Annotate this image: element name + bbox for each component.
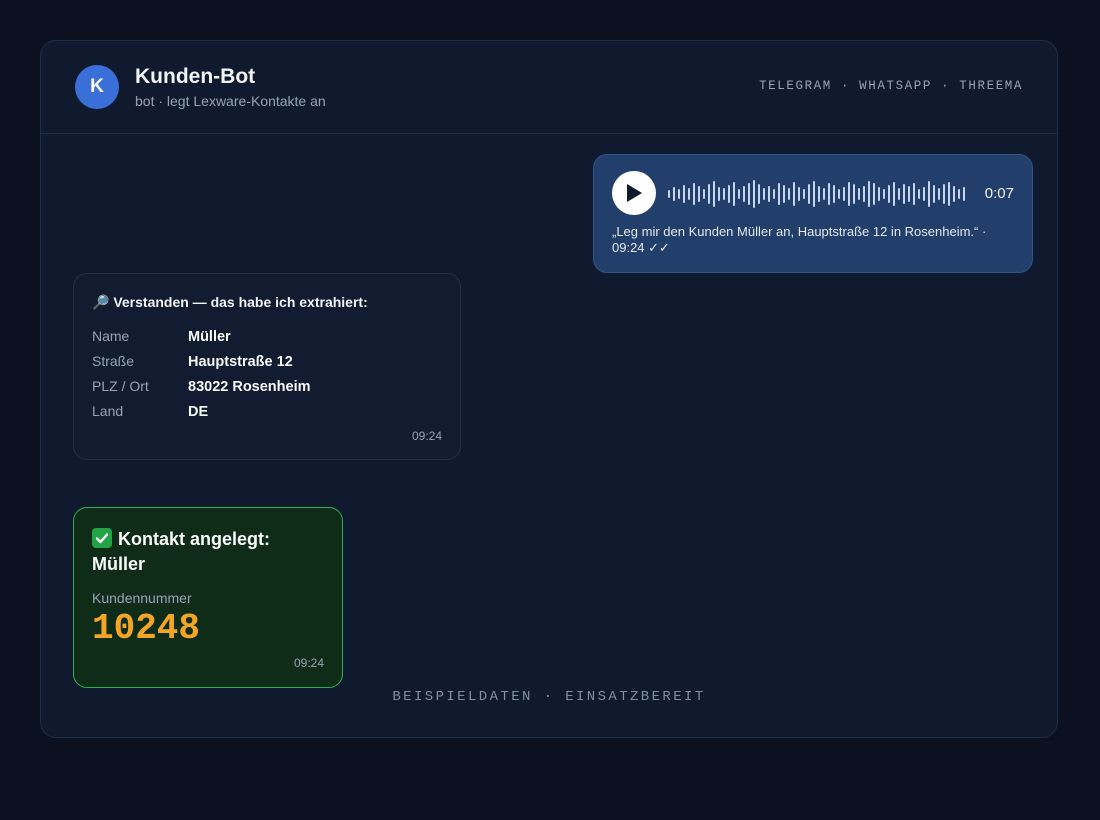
waveform-bar [818, 186, 820, 202]
waveform-bar [783, 185, 785, 203]
waveform-bar [808, 184, 810, 204]
field-value-name: Müller [188, 329, 231, 345]
waveform-bar [918, 189, 920, 199]
waveform-bar [723, 188, 725, 200]
contact-created-title: Kontakt angelegt: Müller [92, 527, 322, 577]
waveform-bar [708, 184, 710, 204]
voice-transcript: „Leg mir den Kunden Müller an, Hauptstra… [612, 224, 987, 255]
waveform-bar [903, 184, 905, 204]
waveform-bar [838, 189, 840, 199]
waveform-bar [938, 188, 940, 200]
waveform-bar [933, 185, 935, 203]
waveform-bar [858, 188, 860, 200]
chat-window: K Kunden-Bot bot · legt Lexware-Kontakte… [40, 40, 1058, 738]
waveform-bar [943, 184, 945, 204]
check-mark-icon [92, 528, 112, 548]
waveform-bar [688, 188, 690, 200]
waveform-bar [788, 188, 790, 200]
waveform-bar [848, 182, 850, 206]
message-time: 09:24 [293, 656, 324, 670]
waveform-bar [693, 183, 695, 205]
bot-name: Kunden-Bot [135, 65, 256, 88]
field-label-country: Land [92, 403, 124, 419]
waveform-bar [883, 189, 885, 199]
waveform-bar [853, 184, 855, 204]
waveform-bar [733, 182, 735, 206]
waveform-bar [713, 181, 715, 207]
waveform-bar [793, 182, 795, 206]
waveform-bar [738, 189, 740, 199]
field-value-zip-city: 83022 Rosenheim [188, 379, 311, 395]
waveform-bar [728, 185, 730, 203]
waveform-bar [863, 186, 865, 202]
waveform-bar [703, 189, 705, 199]
waveform-bar [758, 184, 760, 204]
waveform-bar [923, 187, 925, 201]
field-label-street: Straße [92, 353, 135, 369]
waveform-bar [803, 189, 805, 199]
waveform-bar [823, 188, 825, 200]
waveform-bar [908, 186, 910, 202]
customer-number: 10248 [92, 608, 201, 649]
waveform-bar [948, 182, 950, 206]
waveform-bar [748, 183, 750, 205]
waveform-icon[interactable] [668, 179, 968, 209]
waveform-bar [833, 185, 835, 203]
waveform-bar [913, 183, 915, 205]
waveform-bar [678, 189, 680, 199]
waveform-bar [873, 183, 875, 205]
contact-created-text: Kontakt angelegt: Müller [92, 529, 271, 574]
waveform-bar [763, 188, 765, 200]
waveform-bar [813, 181, 815, 207]
chat-header: K Kunden-Bot bot · legt Lexware-Kontakte… [41, 41, 1057, 134]
footer-status: BEISPIELDATEN · EINSATZBEREIT [392, 689, 706, 705]
extraction-title: 🔎 Verstanden — das habe ich extrahiert: [92, 294, 368, 310]
field-label-zip-city: PLZ / Ort [92, 378, 149, 394]
field-value-country: DE [188, 404, 209, 420]
waveform-bar [768, 186, 770, 202]
waveform-bar [743, 186, 745, 202]
field-label-name: Name [92, 328, 130, 344]
waveform-bar [773, 189, 775, 199]
bot-subtitle: bot · legt Lexware-Kontakte an [135, 93, 326, 109]
avatar[interactable]: K [75, 65, 119, 109]
field-value-street: Hauptstraße 12 [188, 354, 293, 370]
waveform-bar [698, 186, 700, 202]
contact-created-bubble: Kontakt angelegt: Müller Kundennummer 10… [73, 507, 343, 688]
waveform-bar [958, 189, 960, 199]
waveform-bar [928, 181, 930, 207]
waveform-bar [753, 180, 755, 208]
waveform-bar [673, 187, 675, 201]
extraction-bubble: 🔎 Verstanden — das habe ich extrahiert: … [73, 273, 461, 460]
voice-duration: 0:07 [984, 185, 1014, 202]
waveform-bar [778, 183, 780, 205]
voice-message-bubble: 0:07 „Leg mir den Kunden Müller an, Haup… [593, 154, 1033, 273]
waveform-bar [683, 185, 685, 203]
waveform-bar [888, 185, 890, 203]
channel-list: TELEGRAM · WHATSAPP · THREEMA [759, 79, 1023, 93]
message-time: 09:24 [411, 429, 442, 443]
play-icon [627, 184, 642, 202]
waveform-bar [878, 187, 880, 201]
waveform-bar [963, 187, 965, 201]
waveform-bar [953, 186, 955, 202]
waveform-bar [668, 190, 670, 198]
play-button[interactable] [612, 171, 656, 215]
waveform-bar [868, 181, 870, 207]
waveform-bar [828, 183, 830, 205]
waveform-bar [898, 188, 900, 200]
waveform-bar [843, 187, 845, 201]
waveform-bar [893, 182, 895, 206]
waveform-bar [718, 187, 720, 201]
customer-number-label: Kundennummer [92, 590, 192, 606]
waveform-bar [798, 187, 800, 201]
